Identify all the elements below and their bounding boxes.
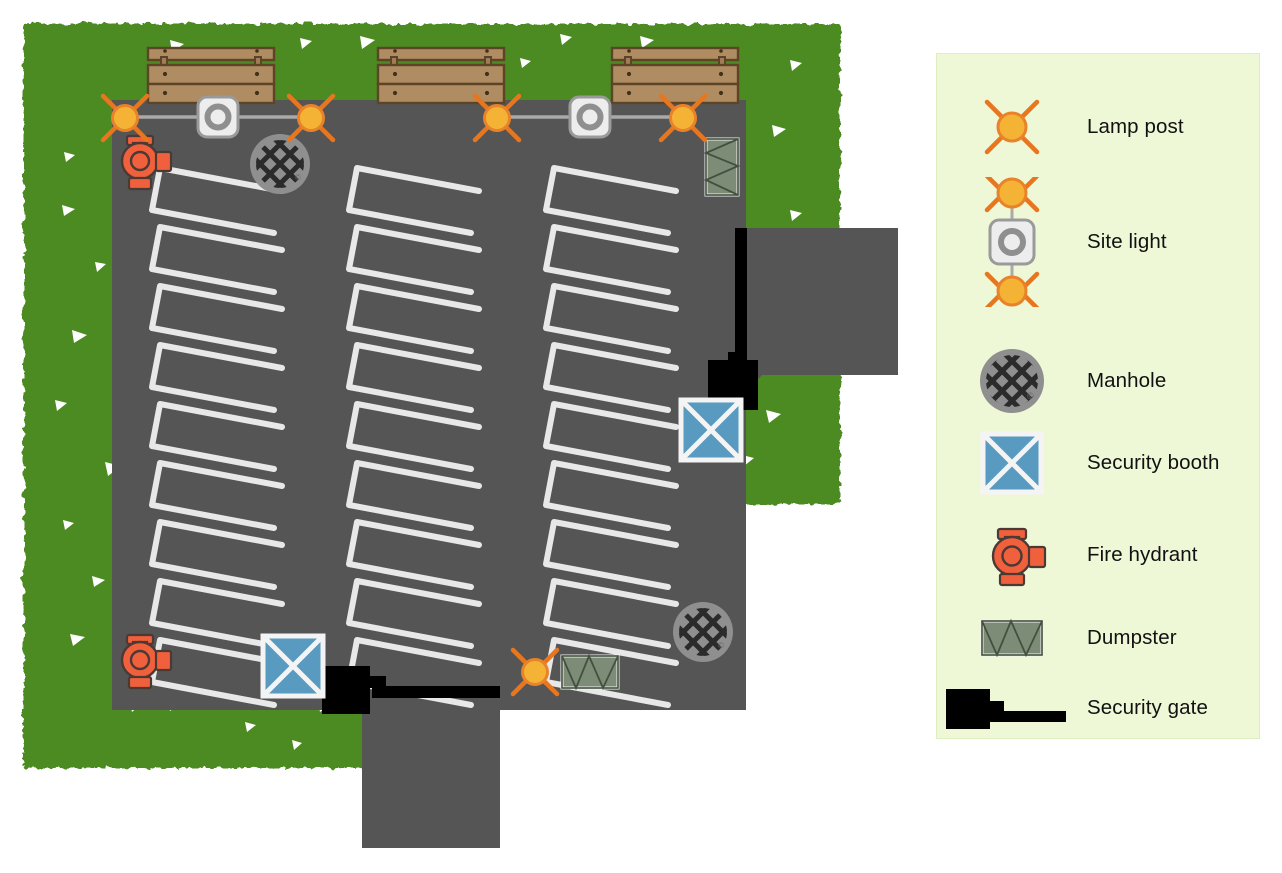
legend-label-lamp-post: Lamp post [1087,115,1184,138]
legend-label-security-gate: Security gate [1087,696,1208,719]
dumpster-icon [937,616,1087,660]
bench [146,46,276,105]
benches [146,46,740,105]
security-booth-south[interactable] [263,636,323,696]
legend-label-fire-hydrant: Fire hydrant [1087,543,1198,566]
security-booth-icon [937,431,1087,495]
legend-item-site-light[interactable]: Site light [937,174,1261,310]
legend-item-fire-hydrant[interactable]: Fire hydrant [937,514,1261,596]
lamp-post-icon [937,89,1087,165]
dumpster-northeast[interactable] [704,137,740,197]
site-plan-page: © Lamp post Site light © Manhole Securit… [0,0,1282,873]
manhole-north[interactable] [250,134,310,194]
legend-label-manhole: Manhole [1087,369,1167,392]
site-light-1[interactable] [198,97,238,137]
fire-hydrant-icon [937,520,1087,590]
manhole-icon: © [937,347,1087,415]
legend-label-dumpster: Dumpster [1087,626,1177,649]
bench [376,46,506,105]
legend-item-manhole[interactable]: © Manhole [937,340,1261,422]
legend-label-security-booth: Security booth [1087,451,1220,474]
site-light-2[interactable] [570,97,610,137]
site-light-icon [937,177,1087,307]
security-booth-east[interactable] [681,400,741,460]
legend-item-security-booth[interactable]: Security booth [937,422,1261,504]
legend-item-lamp-post[interactable]: Lamp post [937,80,1261,174]
security-gate-icon [937,683,1087,733]
dumpster-south[interactable] [560,654,620,690]
legend-panel: Lamp post Site light © Manhole Security … [936,53,1260,739]
legend-item-dumpster[interactable]: Dumpster [937,599,1261,677]
manhole-south[interactable] [673,602,733,662]
legend-label-site-light: Site light [1087,230,1167,253]
legend-item-security-gate[interactable]: Security gate [937,669,1261,747]
svg-text:©: © [1027,391,1034,401]
bench [610,46,740,105]
